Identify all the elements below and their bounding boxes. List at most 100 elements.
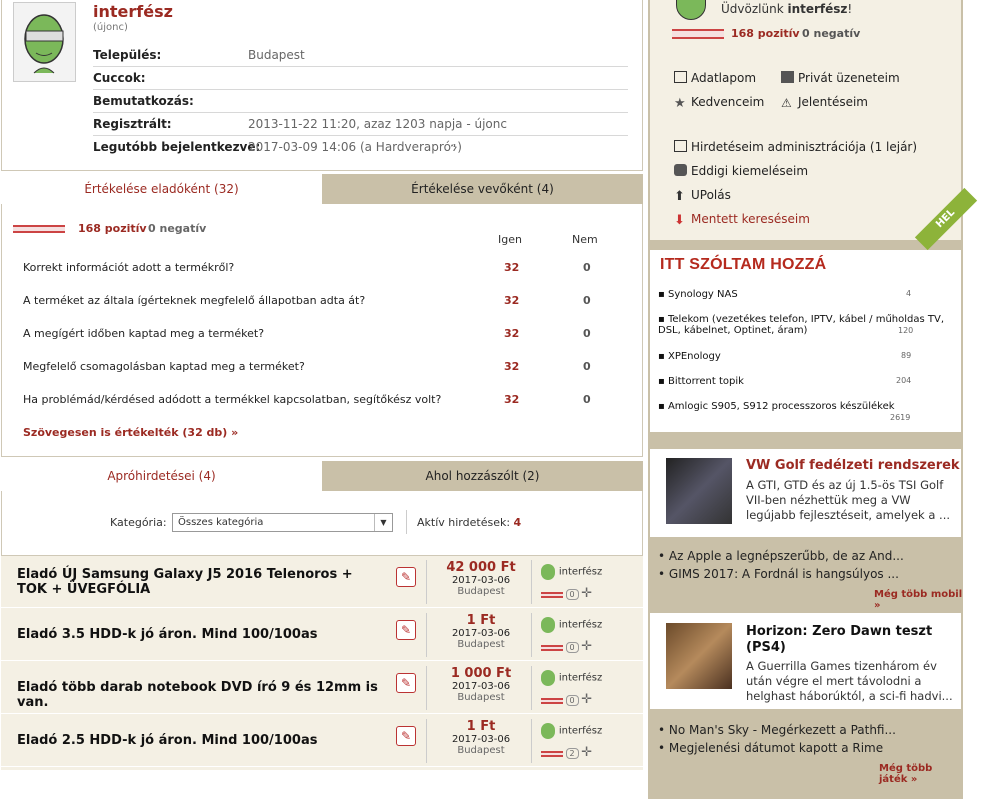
ads-tabs: Apróhirdetései (4) Ahol hozzászólt (2) xyxy=(1,461,643,491)
add-icon[interactable]: ✛ xyxy=(581,639,592,654)
menu-reports[interactable]: ⚠ Jelentéseim xyxy=(781,95,868,109)
list-item[interactable]: Eladó ÚJ Samsung Galaxy J5 2016 Telenoro… xyxy=(1,556,643,608)
news-desc: A Guerrilla Games tizenhárom év után vég… xyxy=(746,659,953,703)
message-icon[interactable]: 0 xyxy=(565,642,579,653)
star-icon: ★ xyxy=(674,96,686,111)
profile-icon xyxy=(674,71,687,83)
menu-profile[interactable]: Adatlapom xyxy=(674,71,756,85)
profile-row-stuff: Cuccok: xyxy=(93,67,628,90)
profile-username: interfész xyxy=(93,2,173,21)
rating-bar xyxy=(541,644,563,651)
welcome-text: Üdvözlünk interfész! xyxy=(721,2,853,16)
tab-buyer-rating[interactable]: Értékelése vevőként (4) xyxy=(322,174,643,204)
edit-icon[interactable]: ✎ xyxy=(396,620,416,640)
ads-list: Eladó ÚJ Samsung Galaxy J5 2016 Telenoro… xyxy=(1,556,643,770)
topic-item[interactable]: ▪ Telekom (vezetékes telefon, IPTV, kábe… xyxy=(658,314,968,336)
avatar xyxy=(541,564,555,580)
menu-up[interactable]: ⬆ UPolás xyxy=(674,188,731,203)
news-thumbnail[interactable] xyxy=(666,458,732,524)
edit-icon[interactable]: ✎ xyxy=(396,673,416,693)
avatar xyxy=(676,0,706,20)
col-no-header: Nem xyxy=(572,233,598,246)
avatar xyxy=(13,2,76,82)
news-card[interactable]: Horizon: Zero Dawn teszt (PS4) A Guerril… xyxy=(650,613,961,709)
edit-icon[interactable]: ✎ xyxy=(396,567,416,587)
news-title[interactable]: VW Golf fedélzeti rendszerek xyxy=(746,458,960,473)
ad-price-block: 42 000 Ft 2017-03-06 Budapest xyxy=(446,560,516,597)
ad-price-block: 1 000 Ft 2017-03-06 Budapest xyxy=(450,666,512,703)
topic-item[interactable]: ▪ Synology NAS 4 xyxy=(658,289,958,300)
topic-count: 204 xyxy=(896,376,912,385)
tab-seller-rating[interactable]: Értékelése eladóként (32) xyxy=(1,174,322,204)
more-mobile-link[interactable]: Még több mobil » xyxy=(874,589,963,611)
menu-ads-admin[interactable]: Hirdetéseim adminisztrációja (1 lejár) xyxy=(674,140,917,154)
news-link[interactable]: • GIMS 2017: A Fordnál is hangsúlyos ... xyxy=(658,567,899,581)
topic-item[interactable]: ▪ Bittorrent topik 204 xyxy=(658,376,958,387)
message-icon[interactable]: 0 xyxy=(565,589,579,600)
more-games-link[interactable]: Még több játék » xyxy=(879,763,963,785)
topic-count: 4 xyxy=(906,289,912,298)
news-thumbnail[interactable] xyxy=(666,623,732,689)
chevron-down-icon: ▼ xyxy=(374,514,392,531)
menu-highlights[interactable]: Eddigi kiemeléseim xyxy=(674,164,808,178)
ad-title[interactable]: Eladó 3.5 HDD-k jó áron. Mind 100/100as xyxy=(17,627,387,642)
news-link[interactable]: • No Man's Sky - Megérkezett a Pathfi... xyxy=(658,723,896,737)
rating-positive: 168 pozitív xyxy=(78,222,147,235)
list-item[interactable]: Eladó több darab notebook DVD író 9 és 1… xyxy=(1,662,643,714)
ad-title[interactable]: Eladó 2.5 HDD-k jó áron. Mind 100/100as xyxy=(17,733,387,748)
tab-comments[interactable]: Ahol hozzászólt (2) xyxy=(322,461,643,491)
add-icon[interactable]: ✛ xyxy=(581,692,592,707)
news-link[interactable]: • Megjelenési dátumot kapott a Rime xyxy=(658,741,883,755)
coins-icon xyxy=(674,164,687,176)
chevron-down-icon: » xyxy=(231,426,239,439)
tab-ads[interactable]: Apróhirdetései (4) xyxy=(1,461,322,491)
warning-icon: ⚠ xyxy=(781,96,792,110)
ads-filter-panel: Kategória: Összes kategória ▼ Aktív hird… xyxy=(1,491,643,556)
rating-bar xyxy=(541,697,563,704)
menu-messages[interactable]: Privát üzeneteim xyxy=(781,71,900,85)
topic-item[interactable]: ▪ Amlogic S905, S912 processzoros készül… xyxy=(658,401,958,422)
menu-favorites[interactable]: ★ Kedvenceim xyxy=(674,95,764,110)
download-icon: ⬇ xyxy=(674,213,685,228)
rating-positive: 168 pozitív xyxy=(731,27,800,40)
col-yes-header: Igen xyxy=(498,233,522,246)
topic-count: 120 xyxy=(898,326,914,335)
rating-negative: 0 negatív xyxy=(802,27,861,40)
ad-price-block: 1 Ft 2017-03-06 Budapest xyxy=(451,613,511,650)
rating-panel: 168 pozitív 0 negatív Igen Nem Korrekt i… xyxy=(1,204,643,457)
news-title[interactable]: Horizon: Zero Dawn teszt (PS4) xyxy=(746,624,946,656)
rating-bar xyxy=(541,750,563,757)
right-sidebar: Üdvözlünk interfész! 168 pozitív 0 negat… xyxy=(648,0,978,799)
main-column: interfész (újonc) Település: Budapest Cuc… xyxy=(0,0,645,799)
profile-row-registered: Regisztrált: 2013-11-22 11:20, azaz 1203 … xyxy=(93,113,628,136)
seller-block: interfész 0 ✛ xyxy=(541,617,631,654)
profile-card: interfész (újonc) Település: Budapest Cuc… xyxy=(1,0,643,171)
category-select[interactable]: Összes kategória ▼ xyxy=(172,513,393,532)
message-icon[interactable]: 0 xyxy=(565,695,579,706)
list-item[interactable]: Eladó 3.5 HDD-k jó áron. Mind 100/100as … xyxy=(1,609,643,661)
document-icon xyxy=(674,140,687,152)
ad-title[interactable]: Eladó több darab notebook DVD író 9 és 1… xyxy=(17,680,387,710)
active-ads: Aktív hirdetések: 4 xyxy=(417,516,522,529)
profile-row-city: Település: Budapest xyxy=(93,44,628,67)
topic-item[interactable]: ▪ XPEnology 89 xyxy=(658,351,958,362)
add-icon[interactable]: ✛ xyxy=(581,745,592,760)
ad-price-block: 1 Ft 2017-03-06 Budapest xyxy=(451,719,511,756)
ad-title[interactable]: Eladó ÚJ Samsung Galaxy J5 2016 Telenoro… xyxy=(17,567,387,597)
menu-saved-searches[interactable]: ⬇ Mentett kereséseim xyxy=(674,212,810,227)
add-icon[interactable]: ✛ xyxy=(581,586,592,601)
help-corner-badge[interactable]: HEL xyxy=(914,187,978,251)
rating-negative: 0 negatív xyxy=(148,222,207,235)
section-title: ITT SZÓLTAM HOZZÁ xyxy=(660,256,827,273)
list-item[interactable]: Eladó 2.5 HDD-k jó áron. Mind 100/100as … xyxy=(1,715,643,767)
message-icon[interactable]: 2 xyxy=(565,748,579,759)
category-label: Kategória: xyxy=(110,516,167,529)
text-reviews-link[interactable]: Szövegesen is értékelték (32 db) » xyxy=(23,426,238,439)
rating-tabs: Értékelése eladóként (32) Értékelése vev… xyxy=(1,174,643,204)
avatar xyxy=(541,617,555,633)
news-card[interactable]: VW Golf fedélzeti rendszerek A GTI, GTD … xyxy=(650,449,961,537)
edit-icon[interactable]: ✎ xyxy=(396,726,416,746)
news-link[interactable]: • Az Apple a legnépszerűbb, de az And... xyxy=(658,549,904,563)
seller-block: interfész 0 ✛ xyxy=(541,564,631,601)
profile-row-lastlogin: Legutóbb bejelentkezve: 2017-03-09 14:06 … xyxy=(93,140,462,154)
